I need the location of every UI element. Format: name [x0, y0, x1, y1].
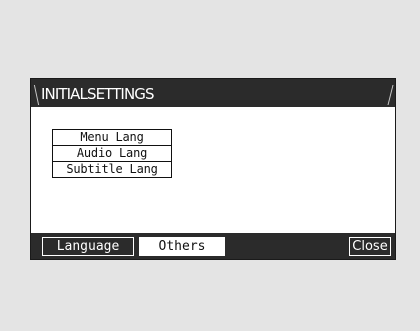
close-button[interactable]: Close — [349, 237, 391, 256]
title-corner-line — [387, 85, 394, 105]
title-corner-line — [33, 85, 40, 105]
menu-language-option[interactable]: Menu Lang — [52, 129, 172, 146]
audio-language-option[interactable]: Audio Lang — [52, 145, 172, 162]
tab-language[interactable]: Language — [42, 237, 134, 256]
settings-content: Menu Lang Audio Lang Subtitle Lang — [31, 107, 395, 233]
subtitle-language-option[interactable]: Subtitle Lang — [52, 161, 172, 178]
bottom-bar: Language Others Close — [31, 233, 395, 259]
initial-settings-window: INITIALSETTINGS Menu Lang Audio Lang Sub… — [30, 78, 396, 260]
tab-others[interactable]: Others — [139, 237, 225, 256]
window-title: INITIALSETTINGS — [41, 85, 155, 103]
language-menu-list: Menu Lang Audio Lang Subtitle Lang — [52, 129, 172, 178]
title-bar: INITIALSETTINGS — [31, 79, 395, 107]
